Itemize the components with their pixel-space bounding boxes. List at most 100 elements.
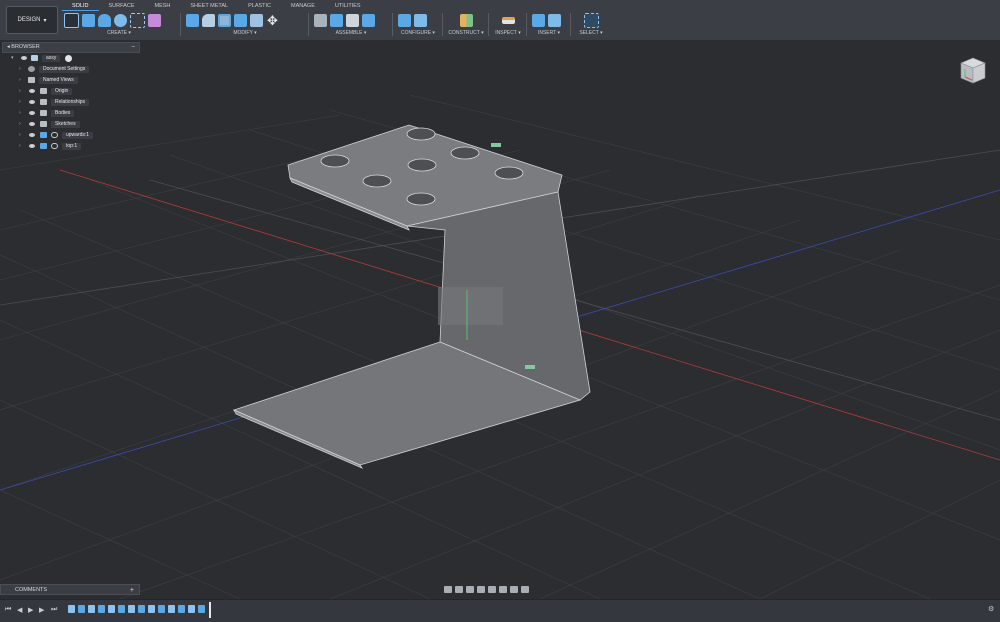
tree-item[interactable]: › Relationships <box>2 97 140 108</box>
new-component-icon[interactable] <box>314 13 327 27</box>
offset-plane-icon[interactable] <box>459 13 473 27</box>
tab-manage[interactable]: MANAGE <box>281 0 325 10</box>
skip-to-start-icon[interactable]: ⏮ <box>5 606 11 614</box>
timeline-feature[interactable] <box>68 605 75 613</box>
view-cube[interactable] <box>957 55 987 85</box>
create-menu[interactable]: CREATE ▾ <box>64 30 174 36</box>
modify-menu[interactable]: MODIFY ▾ <box>186 30 304 36</box>
joint-icon[interactable] <box>330 13 343 27</box>
collapse-icon[interactable]: – <box>132 43 135 52</box>
gear-icon[interactable]: ⚙ <box>988 605 994 613</box>
timeline-feature[interactable] <box>118 605 125 613</box>
timeline-feature[interactable] <box>198 605 205 613</box>
timeline-feature[interactable] <box>98 605 105 613</box>
tree-item[interactable]: › Sketches <box>2 119 140 130</box>
assemble-menu[interactable]: ASSEMBLE ▾ <box>314 30 388 36</box>
timeline-marker[interactable] <box>209 602 211 618</box>
zoom-icon[interactable] <box>477 585 485 593</box>
canvas-viewport[interactable] <box>0 40 1000 599</box>
timeline-feature[interactable] <box>78 605 85 613</box>
tree-item[interactable]: › Origin <box>2 86 140 97</box>
press-pull-icon[interactable] <box>186 13 199 27</box>
expand-arrow-icon[interactable]: › <box>19 75 21 86</box>
move-icon[interactable]: ✥ <box>266 14 279 27</box>
eye-icon[interactable] <box>29 100 35 104</box>
align-icon[interactable] <box>250 13 263 27</box>
joint-origin-icon[interactable] <box>362 13 375 27</box>
timeline-feature[interactable] <box>108 605 115 613</box>
expand-arrow-icon[interactable]: › <box>19 141 21 152</box>
skip-to-end-icon[interactable]: ⏭ <box>51 606 57 614</box>
form-icon[interactable] <box>148 13 161 27</box>
eye-icon[interactable] <box>21 56 27 60</box>
select-menu[interactable]: SELECT ▾ <box>576 30 606 36</box>
hole-icon[interactable] <box>114 13 127 27</box>
rectangle-icon[interactable] <box>130 12 145 28</box>
revolve-icon[interactable] <box>98 13 111 27</box>
tree-item[interactable]: › Document Settings <box>2 64 140 75</box>
table-icon[interactable] <box>414 13 427 27</box>
look-at-icon[interactable] <box>455 585 463 593</box>
measure-icon[interactable] <box>501 16 515 24</box>
extrude-icon[interactable] <box>82 13 95 27</box>
construct-menu[interactable]: CONSTRUCT ▾ <box>448 30 484 36</box>
eye-icon[interactable] <box>29 144 35 148</box>
insert-derive-icon[interactable] <box>532 13 545 27</box>
timeline-feature[interactable] <box>128 605 135 613</box>
step-forward-icon[interactable]: ▶ <box>39 606 44 614</box>
tab-solid[interactable]: SOLID <box>62 0 99 11</box>
inspect-menu[interactable]: INSPECT ▾ <box>494 30 522 36</box>
combine-icon[interactable] <box>234 13 247 27</box>
insert-menu[interactable]: INSERT ▾ <box>532 30 566 36</box>
timeline-feature[interactable] <box>148 605 155 613</box>
expand-arrow-icon[interactable]: › <box>19 64 21 75</box>
insert-image-icon[interactable] <box>548 13 561 27</box>
viewports-icon[interactable] <box>521 585 529 593</box>
expand-arrow-icon[interactable]: › <box>19 86 21 97</box>
tree-item[interactable]: › top:1 <box>2 141 140 152</box>
tree-root[interactable]: ▾ assy <box>2 53 140 64</box>
timeline-feature[interactable] <box>178 605 185 613</box>
add-comment-icon[interactable]: + <box>130 585 134 596</box>
eye-icon[interactable] <box>29 111 35 115</box>
configure-menu[interactable]: CONFIGURE ▾ <box>398 30 438 36</box>
select-icon[interactable] <box>583 12 599 28</box>
activate-radio-icon[interactable] <box>65 55 72 62</box>
step-back-icon[interactable]: ◀ <box>17 606 22 614</box>
fillet-icon[interactable] <box>202 13 215 27</box>
eye-icon[interactable] <box>29 122 35 126</box>
tree-item[interactable]: › upwards:1 <box>2 130 140 141</box>
pan-icon[interactable] <box>466 585 474 593</box>
tab-mesh[interactable]: MESH <box>145 0 181 10</box>
browser-header[interactable]: ◂ BROWSER – <box>2 42 140 53</box>
timeline-feature[interactable] <box>158 605 165 613</box>
workspace-switcher[interactable]: DESIGN ▾ <box>6 6 58 34</box>
expand-arrow-icon[interactable]: ▾ <box>11 53 14 64</box>
tab-surface[interactable]: SURFACE <box>99 0 145 10</box>
joint-marker[interactable] <box>491 143 501 147</box>
timeline-feature[interactable] <box>88 605 95 613</box>
fit-icon[interactable] <box>488 585 496 593</box>
expand-arrow-icon[interactable]: › <box>19 130 21 141</box>
expand-arrow-icon[interactable]: › <box>19 119 21 130</box>
display-settings-icon[interactable] <box>499 585 507 593</box>
tab-utilities[interactable]: UTILITIES <box>325 0 371 10</box>
tab-sheet-metal[interactable]: SHEET METAL <box>180 0 238 10</box>
comments-panel[interactable]: COMMENTS + <box>0 584 140 595</box>
configure-icon[interactable] <box>398 13 411 27</box>
timeline-feature[interactable] <box>188 605 195 613</box>
tree-item[interactable]: › Named Views <box>2 75 140 86</box>
new-sketch-icon[interactable] <box>64 12 79 28</box>
shell-icon[interactable] <box>218 13 231 27</box>
tree-item[interactable]: › Bodies <box>2 108 140 119</box>
tab-plastic[interactable]: PLASTIC <box>238 0 281 10</box>
timeline-feature[interactable] <box>138 605 145 613</box>
eye-icon[interactable] <box>29 89 35 93</box>
expand-arrow-icon[interactable]: › <box>19 108 21 119</box>
expand-arrow-icon[interactable]: › <box>19 97 21 108</box>
orbit-icon[interactable] <box>444 585 452 593</box>
timeline-feature[interactable] <box>168 605 175 613</box>
joint-marker[interactable] <box>525 365 535 369</box>
as-built-joint-icon[interactable] <box>346 13 359 27</box>
eye-icon[interactable] <box>29 133 35 137</box>
